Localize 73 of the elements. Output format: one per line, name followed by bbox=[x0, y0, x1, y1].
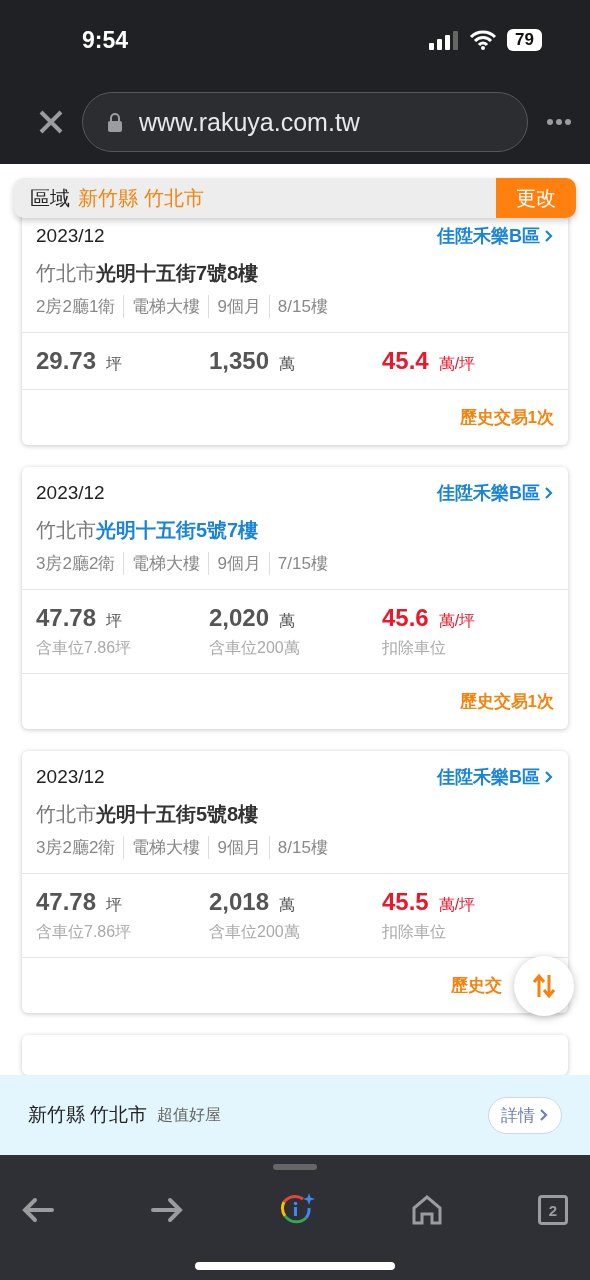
unit-price-value: 45.4 bbox=[382, 347, 429, 375]
parking-note: 含車位7.86坪 bbox=[36, 922, 133, 942]
close-icon[interactable] bbox=[38, 109, 64, 135]
banner-place: 新竹縣 竹北市 bbox=[28, 1103, 148, 1127]
wifi-icon bbox=[469, 30, 498, 50]
address-text: 竹北市光明十五街5號8樓 bbox=[35, 802, 260, 827]
more-icon[interactable] bbox=[546, 118, 572, 126]
price-unit: 萬 bbox=[279, 611, 296, 631]
price-value: 2,020 bbox=[209, 604, 270, 632]
feature-tag: 電梯大樓 bbox=[123, 836, 209, 859]
chevron-icon bbox=[544, 486, 554, 500]
area-value: 47.78 bbox=[36, 604, 97, 632]
lock-icon bbox=[107, 112, 123, 132]
unit-price-unit: 萬/坪 bbox=[438, 611, 476, 631]
price-unit: 萬 bbox=[279, 354, 296, 374]
community-link[interactable]: 佳陞禾樂B區 bbox=[437, 481, 554, 505]
tabs-button[interactable]: 2 bbox=[538, 1195, 568, 1225]
address-bar[interactable]: www.rakuya.com.tw bbox=[82, 92, 528, 152]
history-link[interactable]: 歷史交易1次 bbox=[459, 690, 554, 713]
history-link[interactable]: 歷史交 bbox=[451, 974, 502, 997]
history-link[interactable]: 歷史交易1次 bbox=[459, 406, 554, 429]
address-text: 竹北市光明十五街5號7樓 bbox=[35, 518, 260, 543]
feature-tag: 8/15樓 bbox=[268, 295, 336, 318]
feature-tag: 9個月 bbox=[208, 552, 269, 575]
sort-icon bbox=[533, 972, 555, 999]
banner-tagline: 超值好屋 bbox=[157, 1104, 223, 1125]
area-unit: 坪 bbox=[106, 895, 123, 915]
change-button[interactable]: 更改 bbox=[496, 178, 576, 218]
region-value: 新竹縣 竹北市 bbox=[78, 185, 205, 211]
address-text: 竹北市光明十五街7號8樓 bbox=[35, 261, 260, 286]
unit-price-unit: 萬/坪 bbox=[438, 354, 476, 374]
unit-price-value: 45.5 bbox=[382, 888, 429, 916]
clock: 9:54 bbox=[82, 26, 129, 54]
feature-tag: 9個月 bbox=[208, 836, 269, 859]
area-unit: 坪 bbox=[106, 611, 123, 631]
feature-tag: 電梯大樓 bbox=[123, 552, 209, 575]
area-value: 47.78 bbox=[36, 888, 97, 916]
price-value: 2,018 bbox=[209, 888, 270, 916]
feature-tag: 9個月 bbox=[208, 295, 269, 318]
date-text: 2023/12 bbox=[36, 225, 105, 247]
url-text: www.rakuya.com.tw bbox=[139, 107, 360, 137]
unit-price-unit: 萬/坪 bbox=[438, 895, 476, 915]
area-value: 29.73 bbox=[36, 347, 97, 375]
parking-note: 含車位200萬 bbox=[209, 638, 301, 658]
community-link[interactable]: 佳陞禾樂B區 bbox=[437, 765, 554, 789]
feature-tag: 3房2廳2衛 bbox=[36, 552, 124, 575]
parking-note: 含車位200萬 bbox=[209, 922, 301, 942]
region-label: 區域 bbox=[30, 185, 70, 211]
chevron-icon bbox=[544, 770, 554, 784]
chevron-icon bbox=[539, 1108, 549, 1122]
parking-note: 含車位7.86坪 bbox=[36, 638, 133, 658]
area-unit: 坪 bbox=[106, 354, 123, 374]
feature-tag: 3房2廳2衛 bbox=[36, 836, 124, 859]
chevron-icon bbox=[544, 229, 554, 243]
signal-icon bbox=[429, 30, 460, 50]
price-value: 1,350 bbox=[209, 347, 270, 375]
price-unit: 萬 bbox=[279, 895, 296, 915]
back-icon[interactable] bbox=[22, 1197, 54, 1223]
forward-icon[interactable] bbox=[150, 1197, 183, 1223]
date-text: 2023/12 bbox=[36, 482, 105, 504]
community-link[interactable]: 佳陞禾樂B區 bbox=[437, 224, 554, 248]
home-icon[interactable] bbox=[411, 1195, 442, 1225]
parking-note: 扣除車位 bbox=[382, 922, 447, 942]
battery-level: 79 bbox=[507, 29, 542, 51]
parking-note: 扣除車位 bbox=[382, 638, 447, 658]
sort-button[interactable] bbox=[514, 955, 574, 1016]
feature-tag: 7/15樓 bbox=[268, 552, 336, 575]
feature-tag: 2房2廳1衛 bbox=[36, 295, 124, 318]
details-button[interactable]: 詳情 bbox=[488, 1096, 562, 1134]
feature-tag: 8/15樓 bbox=[268, 836, 336, 859]
feature-tag: 電梯大樓 bbox=[123, 295, 209, 318]
date-text: 2023/12 bbox=[36, 766, 105, 788]
unit-price-value: 45.6 bbox=[382, 604, 429, 632]
